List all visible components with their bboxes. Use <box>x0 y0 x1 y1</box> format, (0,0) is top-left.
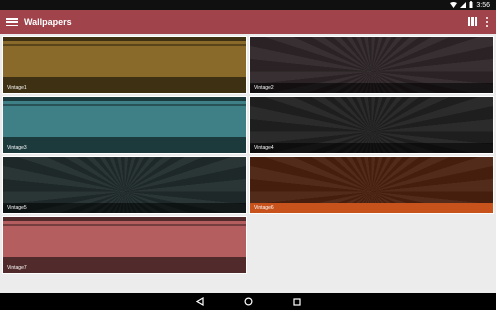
status-bar: 3:56 <box>0 0 496 10</box>
wallpaper-label: Vintage1 <box>3 83 246 93</box>
menu-icon[interactable] <box>6 16 18 28</box>
wallpaper-tile[interactable]: Vintage6 <box>249 156 494 214</box>
wallpaper-label: Vintage5 <box>3 203 246 213</box>
thumbnail-band <box>3 217 246 221</box>
wallpaper-label: Vintage4 <box>250 143 493 153</box>
more-options-icon[interactable] <box>484 16 490 28</box>
app-bar: Wallpapers <box>0 10 496 34</box>
navigation-bar <box>0 293 496 310</box>
view-columns-icon[interactable] <box>468 17 477 26</box>
wallpaper-grid: Vintage1 Vintage2 Vintage3 Vintage4 Vintage5… <box>0 34 496 293</box>
home-icon[interactable] <box>242 296 254 307</box>
wallpaper-label: Vintage3 <box>3 143 246 153</box>
wallpaper-tile[interactable]: Vintage7 <box>2 216 247 274</box>
wallpaper-label: Vintage6 <box>250 203 493 213</box>
wallpaper-tile[interactable]: Vintage2 <box>249 36 494 94</box>
battery-icon <box>469 1 473 10</box>
wallpaper-tile[interactable]: Vintage1 <box>2 36 247 94</box>
thumbnail-band <box>3 97 246 101</box>
wallpaper-label: Vintage2 <box>250 83 493 93</box>
back-icon[interactable] <box>194 296 206 307</box>
thumbnail-band <box>3 37 246 41</box>
thumbnail-line <box>3 224 246 226</box>
wallpaper-tile[interactable]: Vintage4 <box>249 96 494 154</box>
thumbnail-line <box>3 44 246 46</box>
thumbnail-line <box>3 104 246 106</box>
wallpaper-tile[interactable]: Vintage5 <box>2 156 247 214</box>
wallpaper-tile[interactable]: Vintage3 <box>2 96 247 154</box>
status-time: 3:56 <box>476 2 490 9</box>
wallpaper-label: Vintage7 <box>3 263 246 273</box>
wifi-icon <box>450 1 458 10</box>
page-title: Wallpapers <box>24 17 72 27</box>
recents-icon[interactable] <box>291 296 303 307</box>
signal-icon <box>460 1 467 10</box>
